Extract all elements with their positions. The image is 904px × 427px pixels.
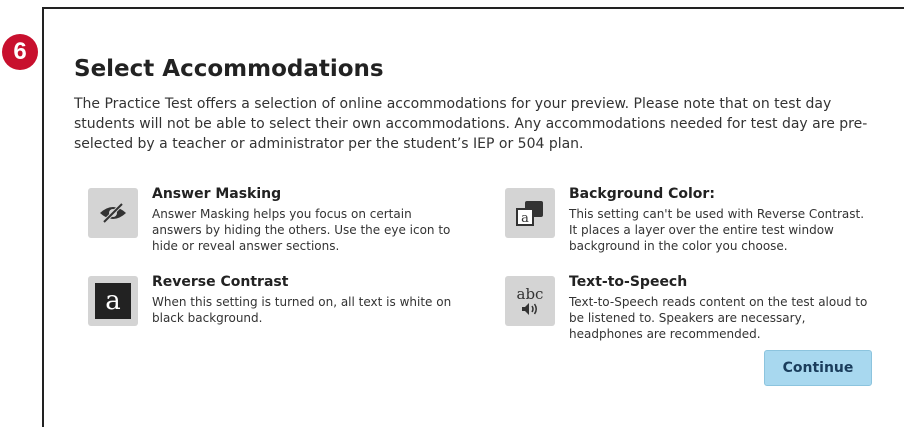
accommodation-description: Text-to-Speech reads content on the test…: [569, 295, 868, 341]
intro-text: The Practice Test offers a selection of …: [74, 96, 868, 152]
reverse-contrast-glyph: a: [105, 286, 121, 316]
accommodation-description: Answer Masking helps you focus on certai…: [152, 207, 451, 253]
reverse-contrast-icon: a: [88, 276, 138, 326]
speaker-icon: [522, 302, 537, 315]
background-color-icon: a: [505, 188, 555, 238]
svg-text:a: a: [521, 211, 529, 226]
accommodation-title: Answer Masking: [152, 186, 282, 202]
accommodation-title: Text-to-Speech: [569, 274, 688, 290]
step-number-badge: 6: [2, 34, 38, 70]
accommodation-title: Reverse Contrast: [152, 274, 289, 290]
eye-slash-icon: [88, 188, 138, 238]
text-to-speech-glyph: abc: [516, 284, 544, 303]
accommodation-description: This setting can't be used with Reverse …: [569, 207, 865, 253]
continue-button[interactable]: Continue: [764, 350, 872, 386]
page-title: Select Accommodations: [74, 56, 384, 82]
text-to-speech-icon: abc: [505, 276, 555, 326]
accommodation-description: When this setting is turned on, all text…: [152, 295, 452, 325]
accommodation-title: Background Color:: [569, 186, 715, 202]
